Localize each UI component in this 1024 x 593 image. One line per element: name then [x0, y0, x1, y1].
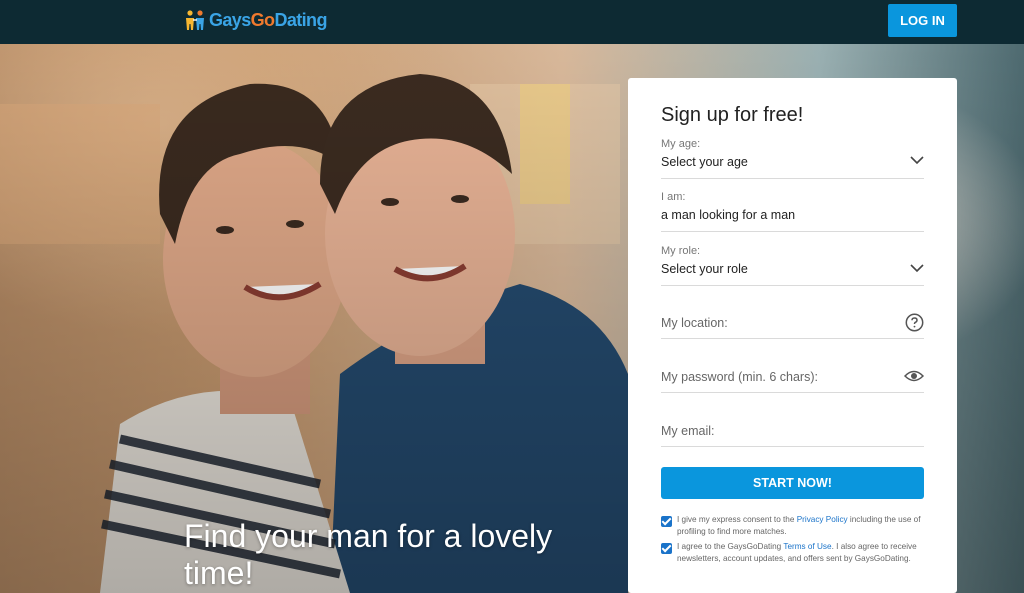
location-input[interactable]: My location: [661, 296, 924, 339]
privacy-consent-text: I give my express consent to the Privacy… [677, 515, 921, 536]
site-logo[interactable]: GaysGoDating [184, 7, 327, 33]
age-select[interactable]: My age: Select your age [661, 136, 924, 179]
role-select[interactable]: My role: Select your role [661, 242, 924, 286]
password-placeholder: My password (min. 6 chars): [661, 370, 818, 384]
top-bar: GaysGoDating LOG IN [0, 0, 1024, 44]
privacy-policy-link[interactable]: Privacy Policy [797, 515, 848, 524]
chevron-down-icon [910, 156, 924, 165]
terms-of-use-link[interactable]: Terms of Use [783, 542, 831, 551]
privacy-consent: I give my express consent to the Privacy… [661, 514, 924, 538]
role-value: Select your role [661, 262, 748, 276]
terms-consent-checkbox[interactable] [661, 543, 672, 554]
i-am-value: a man looking for a man [661, 208, 796, 222]
email-input[interactable]: My email: [661, 404, 924, 447]
age-label: My age: [661, 138, 701, 150]
terms-consent: I agree to the GaysGoDating Terms of Use… [661, 541, 924, 565]
login-button[interactable]: LOG IN [888, 4, 957, 37]
signup-title: Sign up for free! [661, 104, 804, 126]
eye-icon[interactable] [904, 369, 924, 383]
i-am-select[interactable]: I am: a man looking for a man [661, 189, 924, 232]
logo-wordmark: GaysGoDating [209, 9, 327, 30]
age-value: Select your age [661, 155, 748, 169]
terms-consent-text: I agree to the GaysGoDating Terms of Use… [677, 542, 917, 563]
role-label: My role: [661, 245, 701, 257]
email-placeholder: My email: [661, 424, 715, 438]
location-placeholder: My location: [661, 316, 728, 330]
password-input[interactable]: My password (min. 6 chars): [661, 350, 924, 393]
chevron-down-icon [910, 264, 924, 273]
signup-form: Sign up for free! My age: Select your ag… [628, 78, 957, 593]
privacy-consent-checkbox[interactable] [661, 516, 672, 527]
question-circle-icon[interactable] [905, 313, 924, 332]
hero-headline: Find your man for a lovely time! [184, 518, 553, 591]
people-icon [186, 10, 204, 30]
i-am-label: I am: [661, 191, 686, 203]
start-now-button[interactable]: START NOW! [661, 467, 924, 499]
